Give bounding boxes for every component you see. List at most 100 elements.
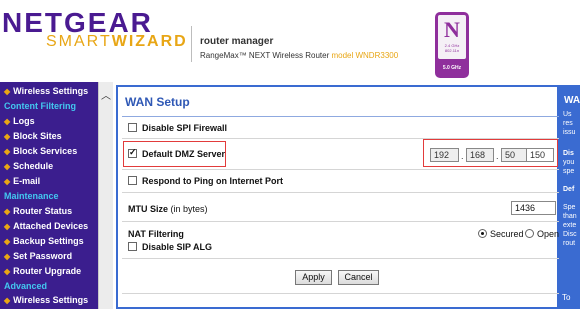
dmz-ip-octet-4[interactable]: 150	[526, 148, 554, 162]
apply-button[interactable]: Apply	[295, 270, 332, 285]
help-text: issu	[563, 129, 576, 136]
cancel-button[interactable]: Cancel	[338, 270, 379, 285]
sidebar-item-attached-devices[interactable]: ◆ Attached Devices	[0, 219, 98, 234]
row-divider	[122, 221, 560, 222]
title-divider	[122, 116, 560, 117]
sidebar-item-set-password[interactable]: ◆ Set Password	[0, 249, 98, 264]
nat-filtering-label: NAT Filtering	[128, 229, 184, 239]
default-dmz-checkbox[interactable]	[128, 147, 137, 158]
sidebar-item-label: Wireless Settings	[13, 86, 89, 96]
bullet-icon: ◆	[4, 267, 11, 276]
n-letter: N	[444, 17, 460, 42]
smartwizard-logo: SMARTWIZARD	[46, 33, 188, 51]
ip-dot: .	[496, 151, 499, 161]
bullet-icon: ◆	[4, 252, 11, 261]
sidebar-item-label: Set Password	[13, 251, 73, 261]
nat-open-label: Open	[537, 229, 560, 239]
help-text: Us	[563, 111, 572, 118]
sidebar-menu: ◆ Wireless Settings Content Filtering ◆ Lo…	[0, 82, 98, 309]
mtu-size-input[interactable]: 1436	[511, 201, 556, 215]
sidebar-item-label: Block Sites	[13, 131, 62, 141]
bullet-icon: ◆	[4, 237, 11, 246]
bullet-icon: ◆	[4, 147, 11, 156]
disable-sip-label: Disable SIP ALG	[142, 242, 213, 252]
sidebar-item-label: Logs	[13, 116, 35, 126]
sidebar-item-label: Attached Devices	[13, 221, 89, 231]
help-bottom-link[interactable]: To	[562, 293, 570, 302]
bullet-icon: ◆	[4, 117, 11, 126]
dmz-ip-octet-1[interactable]: 192	[430, 148, 459, 162]
help-text: Disc	[563, 231, 577, 238]
n-badge-ghz: 5.0 GHz	[442, 65, 462, 71]
help-panel: WA Us res issu Dis you spe Def Spe than …	[559, 82, 580, 309]
n-badge-small-text: 2.4 GHz 802.11n	[444, 43, 460, 53]
nat-open-radio[interactable]	[525, 229, 534, 238]
sidebar-item-label: Router Upgrade	[13, 266, 82, 276]
disable-spi-label: Disable SPI Firewall	[142, 123, 228, 133]
sidebar-item-label: Schedule	[13, 161, 54, 171]
page-title: WAN Setup	[125, 95, 190, 109]
sidebar-item-label: Router Status	[13, 206, 73, 216]
help-text: exte	[563, 222, 577, 229]
wizard-label: WIZARD	[111, 33, 188, 50]
disable-spi-checkbox[interactable]	[128, 123, 137, 132]
sidebar-item-label: Wireless Settings	[13, 295, 89, 305]
help-text: you	[563, 159, 575, 166]
wan-setup-panel: WAN Setup Disable SPI Firewall Default D…	[113, 82, 560, 309]
router-name: RangeMax™ NEXT Wireless Router	[200, 51, 330, 60]
sidebar-item-schedule[interactable]: ◆ Schedule	[0, 159, 98, 174]
nat-secured-label: Secured	[490, 229, 524, 239]
bullet-icon: ◆	[4, 222, 11, 231]
smart-label: SMART	[46, 33, 112, 50]
bullet-icon: ◆	[4, 177, 11, 186]
sidebar-item-wireless-settings[interactable]: ◆ Wireless Settings	[0, 84, 98, 99]
help-subheading: Dis	[563, 150, 574, 157]
sidebar-item-label: Block Services	[13, 146, 78, 156]
sidebar-item-block-services[interactable]: ◆ Block Services	[0, 144, 98, 159]
help-text: Spe	[563, 204, 576, 211]
row-divider	[122, 169, 560, 170]
help-subheading: Def	[563, 186, 575, 193]
bullet-icon: ◆	[4, 296, 11, 305]
nat-secured-radio[interactable]	[478, 229, 487, 238]
sidebar-item-email[interactable]: ◆ E-mail	[0, 174, 98, 189]
help-text: than	[563, 213, 577, 220]
mtu-unit: (in bytes)	[170, 204, 208, 214]
dmz-ip-octet-3[interactable]: 50	[501, 148, 529, 162]
wireless-n-badge: N 2.4 GHz 802.11n 5.0 GHz	[435, 12, 469, 78]
header: NETGEAR SMARTWIZARD router manager Range…	[0, 0, 580, 86]
row-divider	[122, 192, 560, 193]
help-panel-body: WA Us res issu Dis you spe Def Spe than …	[559, 85, 580, 309]
sidebar-section-content-filtering: Content Filtering	[4, 101, 76, 111]
panel-frame: WAN Setup Disable SPI Firewall Default D…	[116, 85, 560, 309]
mtu-label: MTU Size (in bytes)	[128, 204, 208, 214]
sidebar-section-maintenance: Maintenance	[4, 191, 59, 201]
sidebar-item-block-sites[interactable]: ◆ Block Sites	[0, 129, 98, 144]
respond-ping-label: Respond to Ping on Internet Port	[142, 176, 283, 186]
router-model-line: RangeMax™ NEXT Wireless Router model WND…	[200, 51, 398, 60]
bullet-icon: ◆	[4, 162, 11, 171]
row-divider	[122, 258, 560, 259]
help-text: res	[563, 120, 573, 127]
help-title: WA	[564, 95, 580, 106]
sidebar-section-advanced: Advanced	[4, 281, 48, 291]
bullet-icon: ◆	[4, 207, 11, 216]
sidebar-item-router-status[interactable]: ◆ Router Status	[0, 204, 98, 219]
router-manager-label: router manager	[200, 36, 274, 47]
router-model: model WNDR3300	[331, 51, 399, 60]
sidebar-scrollbar[interactable]: ︿	[98, 82, 113, 309]
sidebar-item-label: E-mail	[13, 176, 41, 186]
chevron-up-icon[interactable]: ︿	[99, 92, 113, 102]
help-text: spe	[563, 168, 575, 175]
respond-ping-checkbox[interactable]	[128, 176, 137, 185]
default-dmz-label: Default DMZ Server	[142, 149, 226, 159]
sidebar-item-advanced-wireless-settings[interactable]: ◆ Wireless Settings	[0, 293, 98, 308]
ip-dot: .	[461, 151, 464, 161]
sidebar-item-backup-settings[interactable]: ◆ Backup Settings	[0, 234, 98, 249]
disable-sip-checkbox[interactable]	[128, 242, 137, 251]
n-badge-inner: N 2.4 GHz 802.11n	[438, 15, 466, 59]
bullet-icon: ◆	[4, 87, 11, 96]
sidebar-item-router-upgrade[interactable]: ◆ Router Upgrade	[0, 264, 98, 279]
dmz-ip-octet-2[interactable]: 168	[466, 148, 494, 162]
sidebar-item-logs[interactable]: ◆ Logs	[0, 114, 98, 129]
